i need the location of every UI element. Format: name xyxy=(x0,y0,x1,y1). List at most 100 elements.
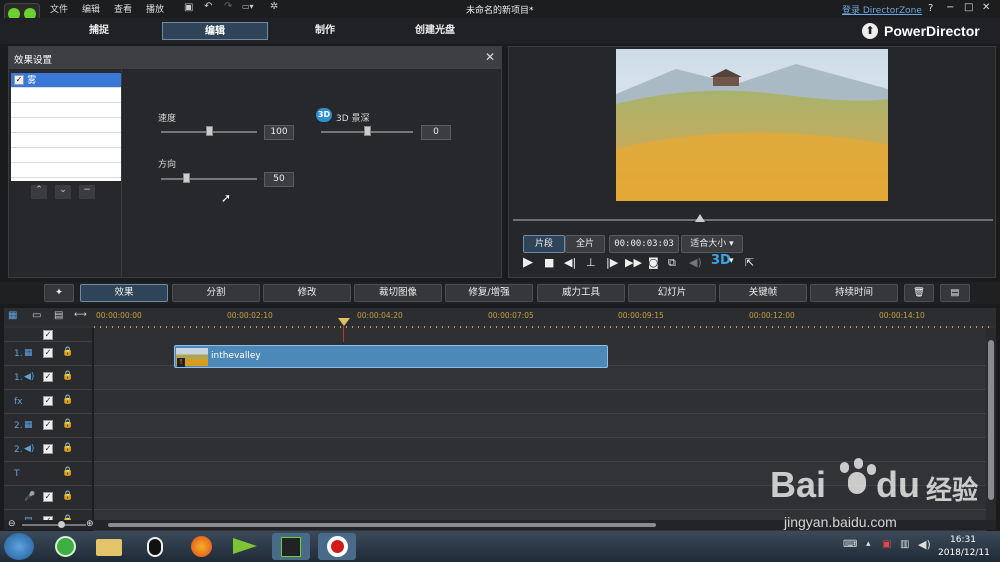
effect-list-item[interactable]: ✓ 雾 xyxy=(11,73,121,88)
toolbar-button-3[interactable]: 裁切图像 xyxy=(354,284,442,302)
tab-create-disc[interactable]: 创建光盘 xyxy=(382,22,488,40)
maximize-button[interactable]: □ xyxy=(964,2,973,13)
scrubber-handle[interactable] xyxy=(695,214,705,222)
three-d-mode-icon[interactable]: 3D xyxy=(711,253,731,268)
zoom-slider[interactable] xyxy=(22,524,86,526)
toolbar-button-6[interactable]: 幻灯片 xyxy=(628,284,716,302)
undock-icon[interactable]: ⇱ xyxy=(745,256,754,269)
save-icon[interactable]: ▣ xyxy=(184,2,193,13)
tab-edit[interactable]: 编辑 xyxy=(162,22,268,40)
fit-timeline-icon[interactable]: ⟷ xyxy=(74,310,87,320)
direction-value-field[interactable]: 50 xyxy=(264,172,294,187)
taskbar-clock-date[interactable]: 2018/12/11 xyxy=(938,548,990,558)
next-frame-icon[interactable]: |▶ xyxy=(606,256,618,269)
speed-slider-handle[interactable] xyxy=(206,126,213,136)
taskbar-clock-time[interactable]: 16:31 xyxy=(950,535,976,545)
lock-icon[interactable]: 🔒 xyxy=(62,347,73,357)
track-enable-checkbox[interactable]: ✓ xyxy=(43,372,53,382)
lock-icon[interactable]: 🔒 xyxy=(62,395,73,405)
track-enable-checkbox[interactable]: ✓ xyxy=(43,420,53,430)
master-track-checkbox[interactable]: ✓ xyxy=(43,330,53,340)
direction-slider-handle[interactable] xyxy=(183,173,190,183)
track-enable-checkbox[interactable]: ✓ xyxy=(43,492,53,502)
magic-wand-icon[interactable]: ✦ xyxy=(44,284,74,302)
track-manager-icon[interactable]: ▤ xyxy=(54,310,63,321)
taskbar-explorer[interactable] xyxy=(90,533,128,560)
taskbar-recorder[interactable] xyxy=(318,533,356,560)
horizontal-scrollbar[interactable] xyxy=(108,523,656,527)
aspect-ratio-icon[interactable]: ▭▾ xyxy=(242,2,254,11)
taskbar-app-green[interactable] xyxy=(46,533,84,560)
toolbar-button-2[interactable]: 修改 xyxy=(263,284,351,302)
depth-slider-handle[interactable] xyxy=(364,126,371,136)
track-enable-checkbox[interactable]: ✓ xyxy=(43,348,53,358)
split-icon[interactable]: ⊥ xyxy=(586,256,596,269)
audio-track-1-lane[interactable] xyxy=(94,366,986,390)
lock-icon[interactable]: 🔒 xyxy=(62,443,73,453)
toolbar-button-8[interactable]: 持续时间 xyxy=(810,284,898,302)
effect-track-lane[interactable] xyxy=(94,390,986,414)
menu-edit[interactable]: 编辑 xyxy=(82,2,100,15)
remove-effect-button[interactable]: − xyxy=(79,185,95,199)
zoom-slider-handle[interactable] xyxy=(58,521,65,528)
tab-capture[interactable]: 捕捉 xyxy=(46,22,152,40)
timeline-view-icon[interactable]: ▦ xyxy=(8,310,17,321)
toolbar-button-7[interactable]: 关键帧 xyxy=(719,284,807,302)
volume-tray-icon[interactable]: ◀) xyxy=(918,538,931,551)
play-icon[interactable]: ▶ xyxy=(523,255,533,270)
lock-icon[interactable]: 🔒 xyxy=(62,467,73,477)
toolbar-button-0[interactable]: 效果 xyxy=(80,284,168,302)
delete-icon[interactable]: 🗑 xyxy=(904,284,934,302)
close-icon[interactable]: ✕ xyxy=(485,50,495,64)
menu-play[interactable]: 播放 xyxy=(146,2,164,15)
redo-icon[interactable]: ↷ xyxy=(224,1,232,12)
fast-forward-icon[interactable]: ▶▶ xyxy=(625,256,642,269)
move-up-button[interactable]: ⌃ xyxy=(31,185,47,199)
login-link[interactable]: 登录 DirectorZone xyxy=(842,3,922,16)
library-icon[interactable]: ▤ xyxy=(940,284,970,302)
zoom-in-icon[interactable]: ⊕ xyxy=(86,519,94,529)
lock-icon[interactable]: 🔒 xyxy=(62,491,73,501)
stop-icon[interactable]: ■ xyxy=(544,256,554,269)
clip-mode-button[interactable]: 片段 xyxy=(523,235,565,253)
fit-size-dropdown[interactable]: 适合大小 ▾ xyxy=(681,235,743,253)
video-clip[interactable]: ! inthevalley xyxy=(174,345,608,368)
taskbar-qq[interactable] xyxy=(136,533,174,560)
three-d-dropdown-icon[interactable]: ▾ xyxy=(729,256,734,266)
network-icon[interactable]: ▥ xyxy=(900,539,909,550)
taskbar-powerdirector[interactable] xyxy=(272,533,310,560)
lock-icon[interactable]: 🔒 xyxy=(62,371,73,381)
start-button[interactable] xyxy=(4,533,34,560)
minimize-button[interactable]: − xyxy=(946,2,954,13)
zoom-out-icon[interactable]: ⊖ xyxy=(8,519,16,529)
track-enable-checkbox[interactable]: ✓ xyxy=(43,396,53,406)
menu-file[interactable]: 文件 xyxy=(50,2,68,15)
taskbar-editor[interactable] xyxy=(226,533,264,560)
depth-value-field[interactable]: 0 xyxy=(421,125,451,140)
preview-window-icon[interactable]: ⧉ xyxy=(668,256,676,270)
preview-scrubber[interactable] xyxy=(513,219,993,221)
toolbar-button-5[interactable]: 威力工具 xyxy=(537,284,625,302)
toolbar-button-4[interactable]: 修复/增强 xyxy=(445,284,533,302)
keyboard-tray-icon[interactable]: ⌨ xyxy=(843,539,857,550)
effect-checkbox[interactable]: ✓ xyxy=(14,74,24,85)
volume-icon[interactable]: ◀) xyxy=(689,256,702,269)
track-enable-checkbox[interactable]: ✓ xyxy=(43,444,53,454)
speed-value-field[interactable]: 100 xyxy=(264,125,294,140)
video-track-2-lane[interactable] xyxy=(94,414,986,438)
lock-icon[interactable]: 🔒 xyxy=(62,419,73,429)
taskbar-firefox[interactable] xyxy=(182,533,220,560)
toolbar-button-1[interactable]: 分割 xyxy=(172,284,260,302)
movie-mode-button[interactable]: 全片 xyxy=(565,235,605,253)
help-button[interactable]: ? xyxy=(928,3,933,14)
upload-icon[interactable]: ⬆ xyxy=(862,23,878,39)
snapshot-icon[interactable]: ◙ xyxy=(648,256,659,269)
close-button[interactable]: ✕ xyxy=(982,2,990,13)
timecode-display[interactable]: 00:00:03:03 xyxy=(609,235,679,253)
move-down-button[interactable]: ⌄ xyxy=(55,185,71,199)
tray-expand-icon[interactable]: ▴ xyxy=(866,539,871,549)
previous-frame-icon[interactable]: ◀| xyxy=(564,256,576,269)
tray-app-icon[interactable]: ▣ xyxy=(882,539,891,550)
storyboard-view-icon[interactable]: ▭ xyxy=(32,310,41,321)
settings-icon[interactable]: ✲ xyxy=(270,1,278,12)
